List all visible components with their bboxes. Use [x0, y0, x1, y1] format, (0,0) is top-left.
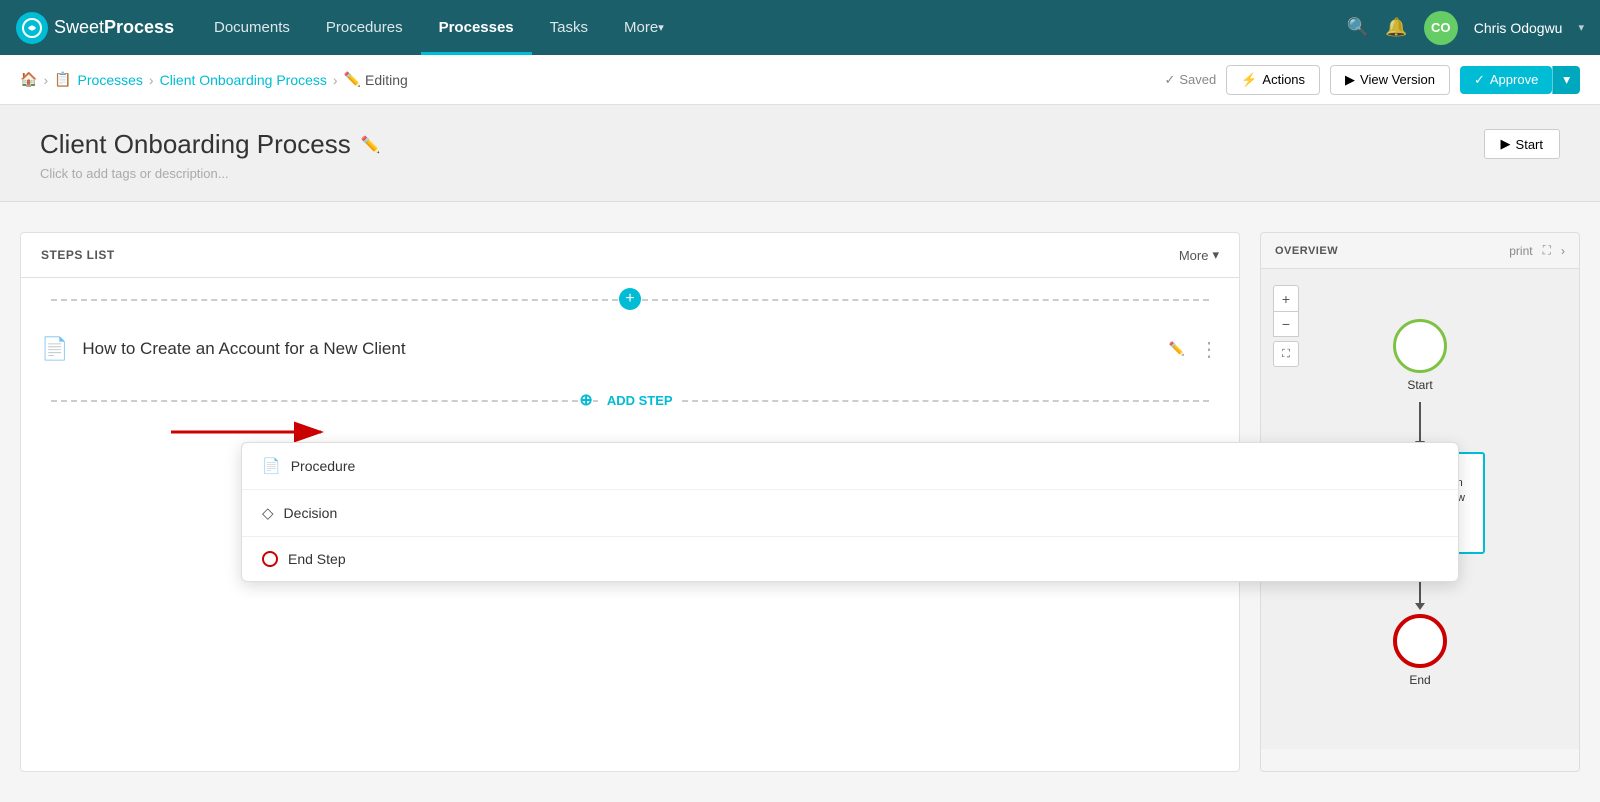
start-play-icon: ▶ [1501, 136, 1511, 152]
decision-icon: ◇ [262, 504, 274, 522]
overview-chevron-icon[interactable]: › [1561, 244, 1565, 258]
steps-list-title: STEPS LIST [41, 248, 115, 262]
nav-processes[interactable]: Processes [421, 0, 532, 55]
step-item: 📄 How to Create an Account for a New Cli… [21, 320, 1239, 378]
nav-more[interactable]: More ▾ [606, 0, 682, 55]
breadcrumb-home[interactable]: 🏠 [20, 71, 37, 88]
breadcrumb-bar: 🏠 › 📋 Processes › Client Onboarding Proc… [0, 55, 1600, 105]
steps-header: STEPS LIST More ▾ [21, 233, 1239, 278]
content-area: STEPS LIST More ▾ + 📄 How to Create an A… [0, 202, 1600, 802]
avatar[interactable]: CO [1424, 11, 1458, 45]
page-title-row: Client Onboarding Process ✏️ [40, 129, 381, 160]
flow-arrow-1 [1419, 402, 1421, 442]
nav-tasks[interactable]: Tasks [532, 0, 606, 55]
dropdown-procedure[interactable]: 📄 Procedure [242, 443, 1458, 490]
breadcrumb-processes-icon: 📋 [54, 71, 71, 88]
print-label[interactable]: print [1509, 244, 1532, 258]
saved-status: ✓ Saved [1164, 72, 1216, 88]
pencil-icon: ✏️ [344, 71, 361, 88]
logo-icon [16, 12, 48, 44]
user-name: Chris Odogwu [1474, 20, 1563, 36]
approve-button[interactable]: ✓ Approve [1460, 66, 1552, 94]
actions-button[interactable]: ⚡ Actions [1226, 65, 1320, 95]
bolt-icon: ⚡ [1241, 72, 1257, 88]
breadcrumb: 🏠 › 📋 Processes › Client Onboarding Proc… [20, 71, 408, 88]
page-title: Client Onboarding Process [40, 129, 351, 160]
chevron-down-icon: ▾ [1212, 247, 1219, 263]
page-description[interactable]: Click to add tags or description... [40, 166, 381, 181]
flow-end-label: End [1409, 673, 1430, 687]
check-icon: ✓ [1164, 72, 1175, 88]
user-chevron-icon: ▾ [1578, 21, 1584, 34]
add-step-label: ADD STEP [599, 393, 681, 408]
step-more-icon[interactable]: ⋮ [1199, 337, 1219, 362]
zoom-controls: + − ⛶ [1273, 285, 1299, 367]
breadcrumb-processes[interactable]: Processes [78, 72, 143, 88]
add-step-trigger[interactable]: ⊕ ADD STEP [21, 378, 1239, 422]
steps-more-button[interactable]: More ▾ [1179, 247, 1219, 263]
flow-start-node [1393, 319, 1447, 373]
approve-check-icon: ✓ [1474, 72, 1485, 88]
play-icon: ▶ [1345, 72, 1355, 88]
title-edit-icon[interactable]: ✏️ [361, 135, 381, 155]
nav-documents[interactable]: Documents [196, 0, 308, 55]
page-header: Client Onboarding Process ✏️ Click to ad… [0, 105, 1600, 202]
search-icon[interactable]: 🔍 [1347, 17, 1369, 38]
notification-icon[interactable]: 🔔 [1385, 17, 1407, 38]
overview-title: OVERVIEW [1275, 245, 1338, 257]
steps-panel: STEPS LIST More ▾ + 📄 How to Create an A… [20, 232, 1240, 772]
view-version-button[interactable]: ▶ View Version [1330, 65, 1450, 95]
zoom-out-button[interactable]: − [1273, 311, 1299, 337]
dropdown-endstep[interactable]: End Step [242, 537, 1458, 581]
approve-group: ✓ Approve ▾ [1460, 66, 1580, 94]
overview-header: OVERVIEW print ⛶ › [1261, 233, 1579, 269]
dropdown-decision[interactable]: ◇ Decision [242, 490, 1458, 537]
approve-dropdown-button[interactable]: ▾ [1552, 66, 1580, 94]
step-name[interactable]: How to Create an Account for a New Clien… [82, 339, 1154, 359]
nav-procedures[interactable]: Procedures [308, 0, 421, 55]
topnav: SweetProcess Documents Procedures Proces… [0, 0, 1600, 55]
flow-end-node [1393, 614, 1447, 668]
overview-controls: print ⛶ › [1509, 243, 1565, 258]
procedure-icon: 📄 [262, 457, 281, 475]
logo-text: SweetProcess [54, 17, 174, 38]
logo: SweetProcess [16, 12, 176, 44]
breadcrumb-editing: ✏️ Editing [344, 71, 408, 88]
add-step-plus-icon: ⊕ [579, 390, 592, 410]
start-button[interactable]: ▶ Start [1484, 129, 1560, 159]
step-document-icon: 📄 [41, 336, 68, 362]
top-add-line: + [21, 278, 1239, 320]
breadcrumb-process-name[interactable]: Client Onboarding Process [160, 72, 327, 88]
step-edit-icon[interactable]: ✏️ [1169, 341, 1185, 357]
endstep-icon [262, 551, 278, 567]
top-add-circle[interactable]: + [619, 288, 641, 310]
zoom-in-button[interactable]: + [1273, 285, 1299, 311]
flow-start-label: Start [1407, 378, 1432, 392]
add-step-dropdown: 📄 Procedure ◇ Decision End Step [241, 442, 1459, 582]
zoom-fit-button[interactable]: ⛶ [1273, 341, 1299, 367]
chevron-down-icon: ▾ [658, 21, 664, 34]
expand-icon[interactable]: ⛶ [1543, 243, 1551, 258]
nav-items: Documents Procedures Processes Tasks Mor… [196, 0, 1347, 55]
nav-right: 🔍 🔔 CO Chris Odogwu ▾ [1347, 11, 1584, 45]
breadcrumb-actions: ✓ Saved ⚡ Actions ▶ View Version ✓ Appro… [1164, 65, 1580, 95]
